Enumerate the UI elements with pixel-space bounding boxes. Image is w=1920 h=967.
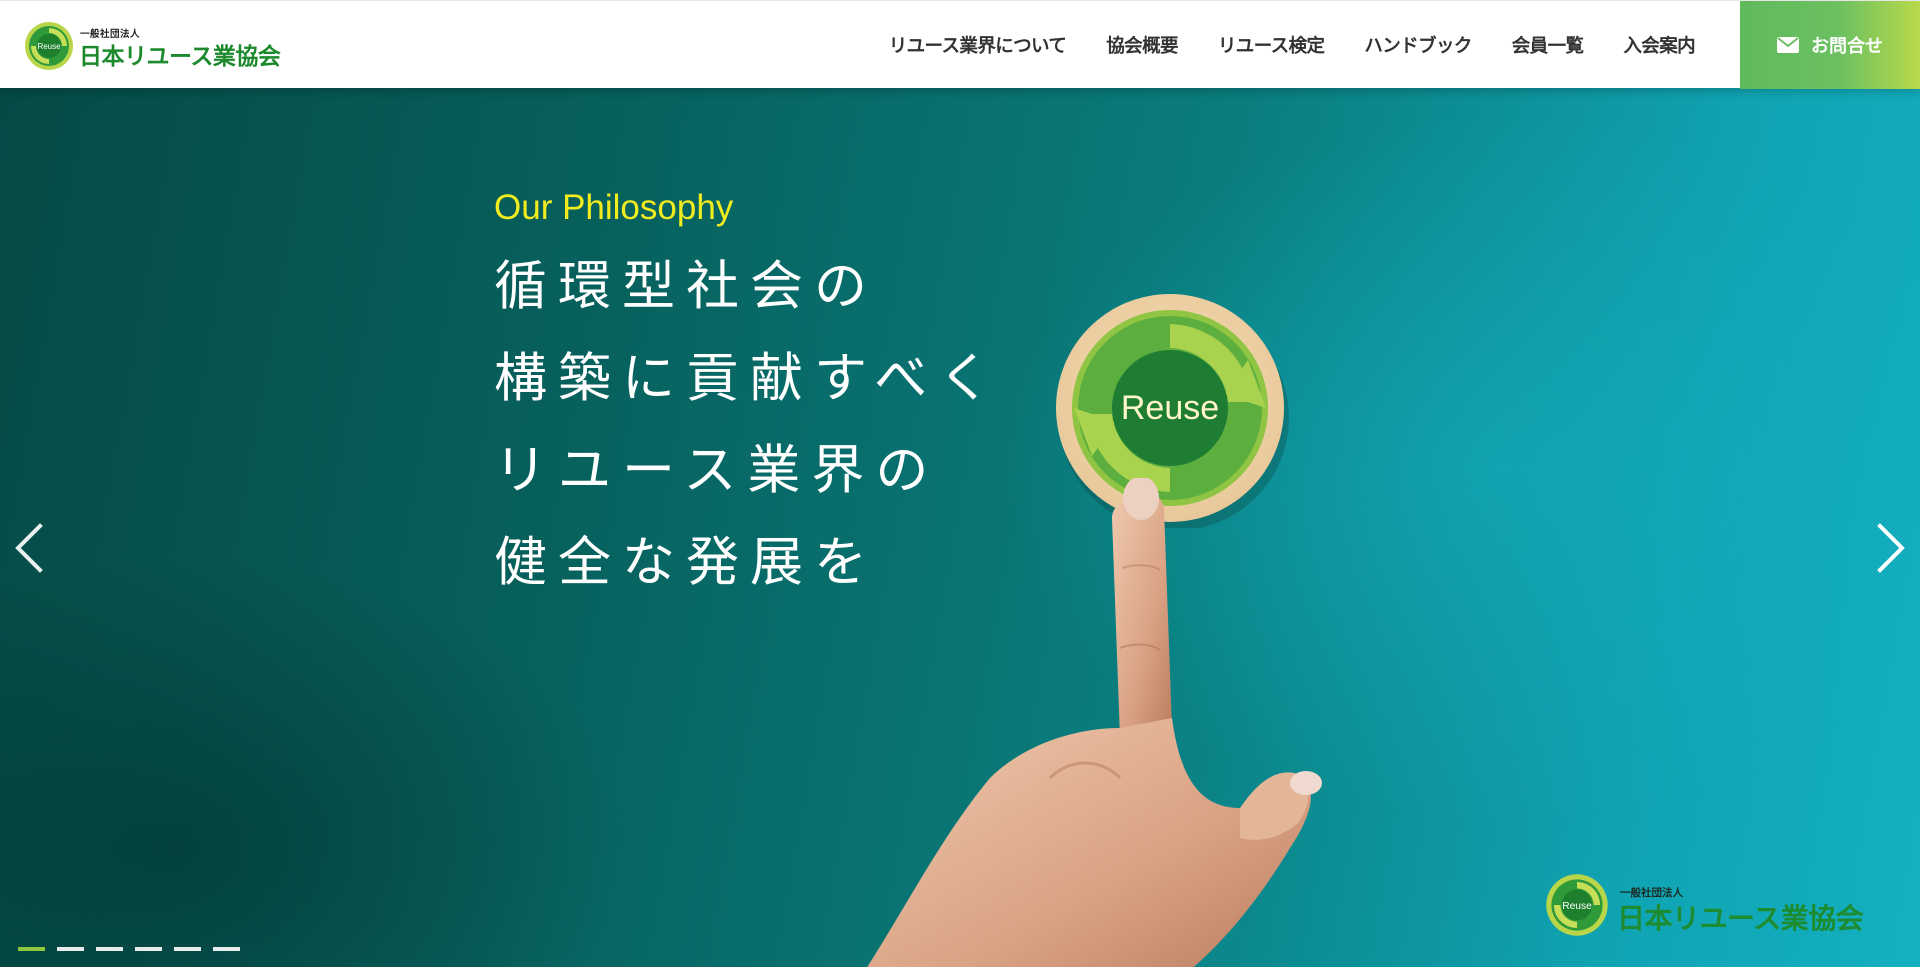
slider-dot[interactable] xyxy=(57,947,84,951)
pointing-hand-image xyxy=(867,478,1322,967)
logo-title: 日本リユース業協会 xyxy=(79,44,281,70)
slider-next-button[interactable] xyxy=(1870,518,1910,578)
hero-corner-logo: Reuse 一般社団法人 日本リユース業協会 xyxy=(1545,873,1885,943)
headline-line: 循環型社会の xyxy=(494,256,878,317)
corner-logo-title: 日本リユース業協会 xyxy=(1617,902,1864,935)
slider-dot[interactable] xyxy=(174,947,201,951)
slider-dot[interactable] xyxy=(18,947,45,951)
site-header: Reuse 一般社団法人 日本リユース業協会 リユース業界について 協会概要 リ… xyxy=(0,0,1920,89)
nav-item-association[interactable]: 協会概要 xyxy=(1106,32,1178,58)
contact-button[interactable]: お問合せ xyxy=(1740,1,1920,89)
hero-eyebrow: Our Philosophy xyxy=(494,188,734,227)
nav-item-about-industry[interactable]: リユース業界について xyxy=(889,32,1067,58)
headline-line: 構築に貢献すべく xyxy=(494,348,1003,409)
chevron-left-icon xyxy=(15,523,43,573)
slider-dot[interactable] xyxy=(135,947,162,951)
svg-text:Reuse: Reuse xyxy=(37,42,61,51)
chevron-right-icon xyxy=(1877,523,1905,573)
site-logo[interactable]: Reuse 一般社団法人 日本リユース業協会 xyxy=(24,19,294,73)
nav-item-certification[interactable]: リユース検定 xyxy=(1218,32,1325,58)
slider-dot[interactable] xyxy=(96,947,123,951)
svg-text:Reuse: Reuse xyxy=(1121,389,1219,427)
contact-label: お問合せ xyxy=(1811,36,1883,57)
nav-item-members[interactable]: 会員一覧 xyxy=(1512,32,1584,58)
svg-text:Reuse: Reuse xyxy=(1562,901,1592,912)
hero-slider: Our Philosophy 循環型社会の 構築に貢献すべく リユース業界の 健… xyxy=(0,88,1920,967)
reuse-logo-icon: Reuse xyxy=(25,22,73,70)
nav-item-join[interactable]: 入会案内 xyxy=(1623,32,1695,58)
slider-prev-button[interactable] xyxy=(10,518,50,578)
mail-icon xyxy=(1777,37,1799,53)
main-nav: リユース業界について 協会概要 リユース検定 ハンドブック 会員一覧 入会案内 xyxy=(889,1,1696,89)
slider-dot[interactable] xyxy=(213,947,240,951)
reuse-logo-icon: Reuse xyxy=(1546,874,1608,936)
slider-pagination xyxy=(18,947,240,951)
nav-item-handbook[interactable]: ハンドブック xyxy=(1364,32,1472,58)
